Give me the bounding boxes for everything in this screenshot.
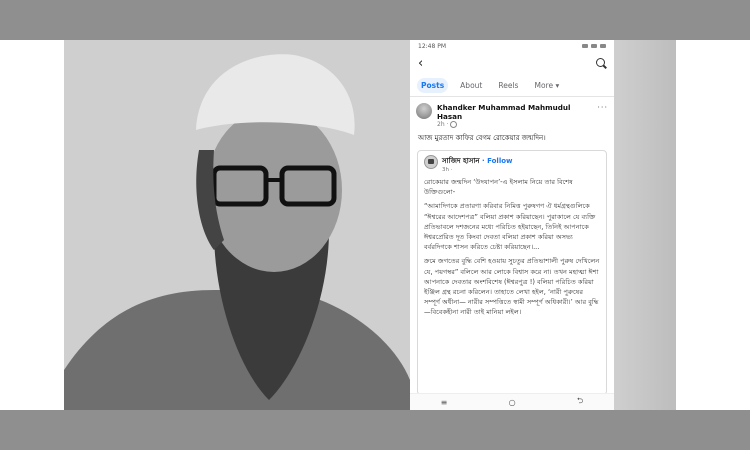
right-margin <box>676 40 750 410</box>
background-extension <box>614 40 676 410</box>
tab-about[interactable]: About <box>456 78 486 93</box>
shared-intro: রোকেয়ার জন্মদিন ‘উদযাপন’-এ ইসলাম নিয়ে … <box>424 178 573 197</box>
shared-quote-2: ক্রমে জগতের বুদ্ধি বেশি হওয়ায় সুচতুর প… <box>424 257 600 317</box>
shared-quote-1: “আমাদিগকে প্রতারণা করিবার নিমিত্ত পুরুষগ… <box>424 202 596 252</box>
tab-more[interactable]: More ▾ <box>530 78 563 93</box>
post-header: Khandker Muhammad Mahmudul Hasan 2h · ··… <box>410 97 614 128</box>
top-border <box>0 0 750 40</box>
status-time: 12:48 PM <box>418 42 446 50</box>
shared-post[interactable]: সাজিদ হাসান · Follow 3h · রোকেয়ার জন্মদ… <box>417 150 607 395</box>
more-options-icon[interactable]: ··· <box>597 103 608 128</box>
wifi-icon <box>591 44 597 48</box>
portrait-photo <box>64 40 410 410</box>
shared-author: সাজিদ হাসান · Follow <box>442 155 513 167</box>
shared-time: 3h · <box>442 167 453 173</box>
shared-header: সাজিদ হাসান · Follow 3h · <box>424 155 600 173</box>
shared-author-name[interactable]: সাজিদ হাসান <box>442 157 480 165</box>
profile-tabs: Posts About Reels More ▾ <box>410 74 614 97</box>
search-icon[interactable] <box>596 58 607 69</box>
android-nav-bar: ≡ ○ ⮌ <box>410 393 614 410</box>
avatar[interactable] <box>416 103 432 119</box>
post-text: আজ মুরতাদ কাফির বেগম রোকেয়ার জন্মদিন। <box>418 134 546 142</box>
follow-link[interactable]: · Follow <box>482 157 512 165</box>
back-arrow-icon[interactable]: ‹ <box>418 56 423 71</box>
post-meta: 2h · <box>437 121 582 128</box>
menu-icon[interactable]: ≡ <box>441 398 448 407</box>
tab-reels[interactable]: Reels <box>494 78 522 93</box>
top-bar: ‹ <box>410 52 614 74</box>
shared-avatar[interactable] <box>424 155 438 169</box>
signal-icon <box>582 44 588 48</box>
tab-posts[interactable]: Posts <box>417 77 449 93</box>
post-time: 2h · <box>437 121 449 128</box>
status-bar: 12:48 PM <box>410 40 614 52</box>
back-icon[interactable]: ⮌ <box>577 395 583 409</box>
bottom-border <box>0 410 750 450</box>
phone-screen: 12:48 PM ‹ Posts About Reels More ▾ Khan… <box>410 40 614 410</box>
left-margin <box>0 40 64 410</box>
post-author[interactable]: Khandker Muhammad Mahmudul Hasan <box>437 103 582 121</box>
status-icons <box>582 44 606 48</box>
battery-icon <box>600 44 606 48</box>
globe-icon <box>450 121 458 128</box>
home-icon[interactable]: ○ <box>509 398 516 407</box>
